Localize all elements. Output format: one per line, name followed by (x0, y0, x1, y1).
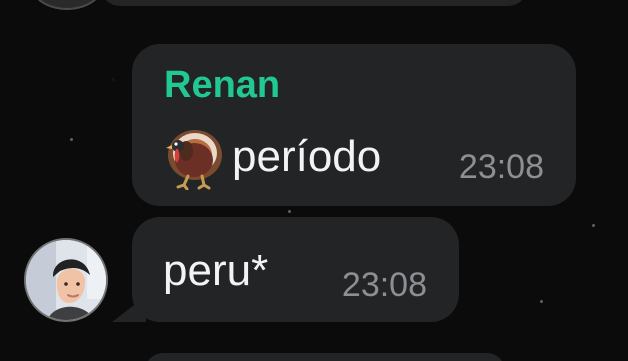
avatar[interactable] (24, 238, 108, 322)
message-time: 23:08 (341, 266, 427, 304)
message-bubble[interactable]: peru* 23:08 (132, 217, 459, 322)
message-bubble[interactable] (100, 0, 528, 6)
message-bubble[interactable]: Renan período 23:08 (132, 44, 576, 206)
sender-name: Renan (164, 64, 281, 106)
message-content: período (164, 124, 381, 190)
avatar[interactable] (30, 0, 104, 10)
background-speck (70, 138, 73, 141)
background-speck (592, 224, 595, 227)
message-text: peru* (163, 246, 269, 295)
contact-avatar-image (26, 240, 106, 320)
message-text: período (232, 132, 382, 181)
turkey-emoji (166, 130, 222, 190)
chat-screen: Renan período 23:08 peru* 23:08 (0, 0, 628, 361)
message-bubble[interactable] (145, 353, 505, 361)
background-speck (288, 210, 291, 213)
message-time: 23:08 (458, 148, 544, 186)
background-speck (540, 300, 543, 303)
